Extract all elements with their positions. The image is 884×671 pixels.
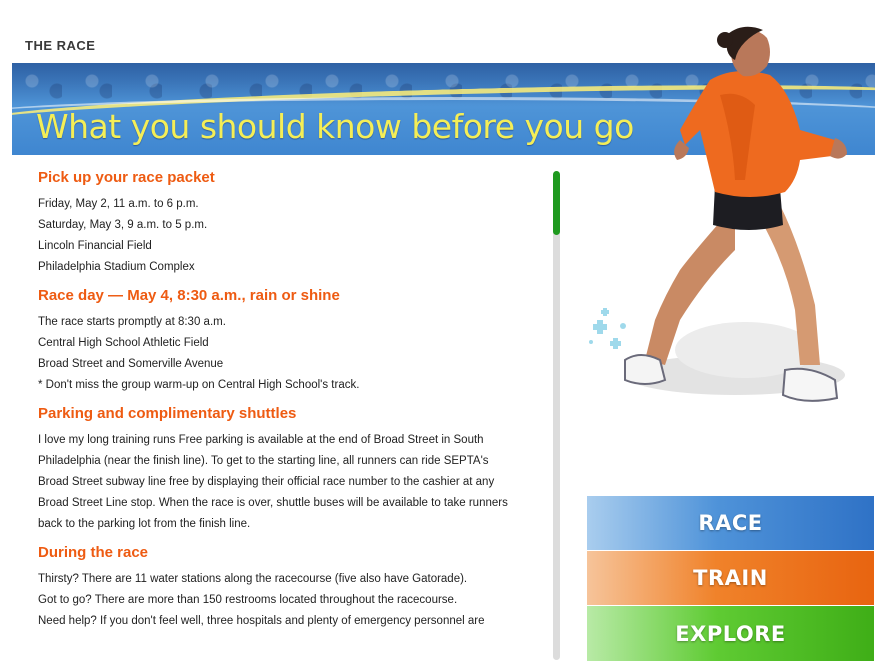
packet-line: Philadelphia Stadium Complex: [38, 261, 195, 273]
nav-race-button[interactable]: RACE: [587, 496, 874, 550]
raceday-line: The race starts promptly at 8:30 a.m.: [38, 316, 226, 328]
during-heading: During the race: [38, 544, 149, 561]
raceday-line: Central High School Athletic Field: [38, 337, 209, 349]
packet-line: Friday, May 2, 11 a.m. to 6 p.m.: [38, 198, 199, 210]
nav-explore-button[interactable]: EXPLORE: [587, 606, 874, 661]
raceday-heading: Race day — May 4, 8:30 a.m., rain or shi…: [38, 287, 340, 304]
info-content: Pick up your race packet Friday, May 2, …: [38, 168, 538, 663]
section-label: THE RACE: [25, 38, 96, 53]
packet-section: Pick up your race packet Friday, May 2, …: [38, 168, 538, 278]
parking-line: Broad Street subway line free by display…: [38, 476, 495, 488]
packet-line: Saturday, May 3, 9 a.m. to 5 p.m.: [38, 219, 208, 231]
runner-image: [589, 26, 847, 402]
banner-title: What you should know before you go: [36, 107, 634, 146]
packet-line: Lincoln Financial Field: [38, 240, 152, 252]
raceday-line: * Don't miss the group warm-up on Centra…: [38, 379, 360, 391]
parking-line: back to the parking lot from the finish …: [38, 518, 251, 530]
content-scrollbar[interactable]: [553, 171, 560, 660]
parking-line: Broad Street Line stop. When the race is…: [38, 497, 508, 509]
raceday-section: Race day — May 4, 8:30 a.m., rain or shi…: [38, 286, 538, 396]
parking-line: Philadelphia (near the finish line). To …: [38, 455, 489, 467]
during-line: Need help? If you don't feel well, three…: [38, 615, 485, 627]
parking-heading: Parking and complimentary shuttles: [38, 405, 297, 422]
parking-section: Parking and complimentary shuttles I lov…: [38, 404, 538, 535]
scrollbar-thumb[interactable]: [553, 171, 560, 235]
packet-heading: Pick up your race packet: [38, 169, 215, 186]
raceday-line: Broad Street and Somerville Avenue: [38, 358, 224, 370]
during-line: Got to go? There are more than 150 restr…: [38, 594, 458, 606]
parking-line: I love my long training runs Free parkin…: [38, 434, 484, 446]
nav-train-button[interactable]: TRAIN: [587, 551, 874, 605]
during-section: During the race Thirsty? There are 11 wa…: [38, 543, 538, 632]
during-line: Thirsty? There are 11 water stations alo…: [38, 573, 468, 585]
